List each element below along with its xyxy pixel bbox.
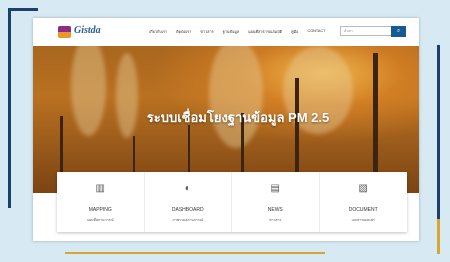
card-subtitle: แผนที่สถานการณ์	[86, 218, 114, 222]
smoke-plume	[71, 36, 106, 136]
frame-decoration-left	[8, 8, 11, 208]
news-icon: ▤	[270, 183, 280, 194]
frame-decoration-bottom	[65, 252, 325, 254]
main-navigation: เกี่ยวกับเรา ติดต่อเรา ข่าวสาร ฐานข้อมูล…	[149, 29, 326, 35]
card-title: MAPPING	[88, 207, 112, 213]
document-card[interactable]: ▧ DOCUMENT เอกสารเผยแพร่	[320, 172, 408, 232]
dashboard-card[interactable]: ◐ DASHBOARD ภาพรวมสถานการณ์	[145, 172, 232, 232]
nav-item[interactable]: เกี่ยวกับเรา	[149, 29, 167, 35]
card-title: DASHBOARD	[171, 207, 204, 213]
nav-item[interactable]: ข่าวสาร	[200, 29, 213, 35]
site-header: Gistda เกี่ยวกับเรา ติดต่อเรา ข่าวสาร ฐา…	[33, 18, 419, 46]
dashboard-icon: ◐	[184, 183, 191, 194]
map-icon: ▥	[95, 183, 105, 194]
card-subtitle: ภาพรวมสถานการณ์	[172, 218, 204, 222]
mapping-card[interactable]: ▥ MAPPING แผนที่สถานการณ์	[57, 172, 145, 232]
card-title: NEWS	[267, 207, 283, 213]
search-input[interactable]: ค้นหา	[340, 26, 398, 36]
search-icon[interactable]: ⌕	[391, 26, 406, 37]
website-screenshot: ระบบเชื่อมโยงฐานข้อมูล PM 2.5 Gistda เกี…	[33, 18, 419, 241]
nav-item[interactable]: ฐานข้อมูล	[223, 29, 240, 35]
nav-item[interactable]: ติดต่อเรา	[176, 29, 191, 35]
nav-item[interactable]: คู่มือ	[291, 29, 298, 35]
document-icon: ▧	[358, 183, 368, 194]
news-card[interactable]: ▤ NEWS ข่าวสาร	[232, 172, 320, 232]
card-subtitle: เอกสารเผยแพร่	[351, 218, 375, 222]
nav-item[interactable]: CONTACT	[307, 29, 325, 35]
service-cards: ▥ MAPPING แผนที่สถานการณ์ ◐ DASHBOARD ภา…	[57, 172, 407, 232]
smoke-plume	[209, 38, 263, 148]
frame-decoration-bottom-right	[437, 219, 440, 254]
logo-text[interactable]: Gistda	[74, 25, 101, 36]
gistda-logo[interactable]	[58, 26, 71, 38]
card-subtitle: ข่าวสาร	[269, 218, 282, 222]
frame-decoration-top	[8, 8, 38, 11]
hero-title: ระบบเชื่อมโยงฐานข้อมูล PM 2.5	[146, 110, 330, 125]
nav-item[interactable]: แผนที่สาธารณสมบัติ	[248, 29, 282, 35]
chimney	[60, 116, 63, 176]
card-title: DOCUMENT	[348, 207, 378, 213]
frame-decoration-right	[437, 45, 440, 225]
power-pylon	[373, 53, 378, 188]
